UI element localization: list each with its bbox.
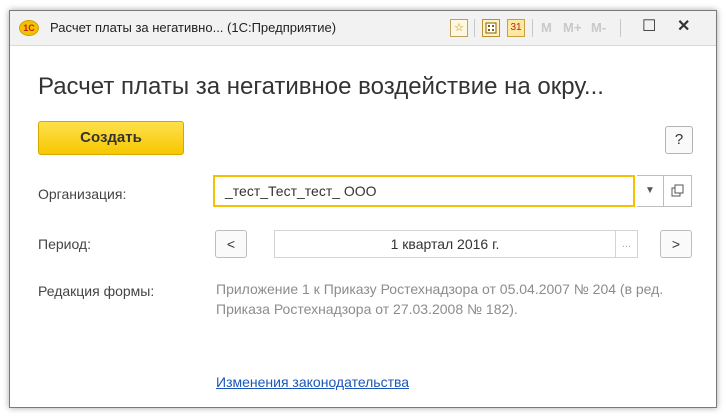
chevron-down-icon[interactable]: ▼ [637, 175, 664, 207]
form-heading: Расчет платы за негативное воздействие н… [38, 73, 604, 100]
period-next-button[interactable]: > [660, 230, 692, 258]
toolbar-separator [532, 19, 533, 37]
organization-field[interactable]: _тест_Тест_тест_ ООО [213, 175, 635, 207]
open-item-icon[interactable] [664, 175, 692, 207]
memory-plus-button[interactable]: M+ [563, 20, 581, 35]
help-button[interactable]: ? [665, 126, 693, 154]
favorites-star-icon[interactable]: ☆ [450, 19, 468, 37]
memory-minus-button[interactable]: M- [591, 20, 606, 35]
window-title: Расчет платы за негативно... (1С:Предпри… [50, 20, 337, 35]
1c-logo-icon[interactable]: 1С [19, 20, 39, 36]
period-select-button[interactable]: ... [616, 230, 638, 258]
calculator-icon[interactable] [482, 19, 500, 37]
toolbar-separator [474, 19, 475, 37]
memory-m-button[interactable]: M [541, 20, 552, 35]
redaction-label: Редакция формы: [38, 283, 155, 299]
maximize-button[interactable]: ☐ [642, 16, 656, 36]
organization-label: Организация: [38, 186, 127, 202]
organization-value: _тест_Тест_тест_ ООО [225, 183, 377, 199]
toolbar-separator [620, 19, 621, 37]
period-prev-button[interactable]: < [215, 230, 247, 258]
calendar-icon[interactable]: 31 [507, 19, 525, 37]
title-bar: 1С Расчет платы за негативно... (1С:Пред… [10, 11, 716, 46]
redaction-text: Приложение 1 к Приказу Ростехнадзора от … [216, 281, 664, 317]
create-button[interactable]: Создать [38, 121, 184, 155]
period-label: Период: [38, 236, 91, 252]
form-window: 1С Расчет платы за негативно... (1С:Пред… [9, 10, 717, 408]
law-changes-link[interactable]: Изменения законодательства [216, 374, 409, 390]
close-button[interactable]: ✕ [677, 16, 690, 36]
period-field[interactable]: 1 квартал 2016 г. [274, 230, 616, 258]
